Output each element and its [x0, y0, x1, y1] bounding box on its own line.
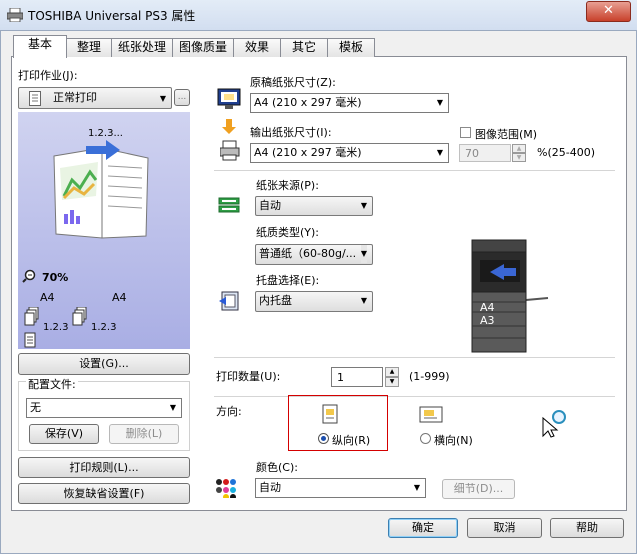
paper-size-b: A4 [112, 291, 127, 304]
printer-tray-2: A3 [480, 314, 495, 327]
tab-effect[interactable]: 效果 [233, 38, 281, 57]
chevron-down-icon: ▼ [413, 483, 420, 492]
output-tray-icon [219, 291, 239, 311]
separator [214, 396, 615, 397]
paper-tray-icon [218, 197, 240, 213]
cursor-magnifier-icon [542, 410, 566, 438]
output-size-label: 输出纸张尺寸(I): [250, 126, 332, 139]
tab-finishing[interactable]: 整理 [66, 38, 112, 57]
paper-source-value: 自动 [259, 199, 281, 212]
more-button[interactable]: ... [174, 89, 190, 106]
color-select[interactable]: 自动 ▼ [255, 478, 426, 498]
zoom-value: 70% [42, 271, 69, 284]
print-job-label: 打印作业(J): [18, 69, 78, 82]
chevron-down-icon: ▼ [360, 296, 367, 305]
chevron-down-icon: ▼ [360, 245, 367, 263]
color-dots-icon [216, 479, 241, 498]
paper-source-select[interactable]: 自动 ▼ [255, 196, 373, 216]
copies-input[interactable]: 1 [331, 367, 383, 387]
image-scale-label: 图像范围(M) [475, 128, 538, 141]
print-job-value: 正常打印 [53, 91, 97, 104]
portrait-page-icon [322, 404, 338, 424]
paper-size-a: A4 [40, 291, 55, 304]
color-value: 自动 [259, 481, 281, 494]
original-size-value: A4 (210 x 297 毫米) [254, 96, 362, 109]
stack-icon-b [72, 307, 87, 326]
booklet-preview [53, 140, 149, 239]
chevron-down-icon: ▼ [169, 403, 176, 412]
landscape-radio[interactable] [420, 433, 431, 444]
color-detail-button[interactable]: 细节(D)... [442, 479, 515, 499]
window-title: TOSHIBA Universal PS3 属性 [28, 9, 196, 23]
tab-image-quality[interactable]: 图像质量 [172, 38, 234, 57]
scale-down-icon[interactable]: ▼ [512, 153, 526, 162]
copies-down-icon[interactable]: ▼ [385, 377, 399, 387]
title-bar: TOSHIBA Universal PS3 属性 ✕ [0, 0, 637, 31]
tab-template[interactable]: 模板 [327, 38, 375, 57]
monitor-icon [217, 88, 241, 109]
profile-select[interactable]: 无 ▼ [26, 398, 182, 418]
paper-source-label: 纸张来源(P): [256, 179, 319, 192]
paper-type-value: 普通纸（60-80g/... [259, 247, 357, 260]
tray-value: 内托盘 [259, 294, 292, 307]
printer-tray-1: A4 [480, 301, 495, 314]
settings-button[interactable]: 设置(G)... [18, 353, 190, 375]
original-size-select[interactable]: A4 (210 x 297 毫米) ▼ [250, 93, 449, 113]
chevron-down-icon: ▼ [360, 201, 367, 210]
copies-order-b: 1.2.3 [91, 322, 117, 333]
zoom-icon [22, 269, 36, 283]
profile-label: 配置文件: [26, 376, 78, 392]
tab-paper-handling[interactable]: 纸张处理 [111, 38, 173, 57]
original-size-label: 原稿纸张尺寸(Z): [250, 76, 336, 89]
stack-icon [24, 307, 39, 348]
printer-icon [7, 8, 23, 22]
color-label: 颜色(C): [256, 461, 298, 474]
image-scale-checkbox[interactable] [460, 127, 471, 138]
separator [214, 357, 615, 358]
output-size-value: A4 (210 x 297 毫米) [254, 146, 362, 159]
copies-order-a: 1.2.3 [43, 322, 69, 333]
ok-button[interactable]: 确定 [388, 518, 458, 538]
orientation-label: 方向: [216, 405, 242, 418]
copies-label: 打印数量(U): [216, 370, 281, 383]
landscape-label: 横向(N) [434, 434, 473, 447]
restore-defaults-button[interactable]: 恢复缺省设置(F) [18, 483, 190, 504]
separator [214, 170, 615, 171]
portrait-label: 纵向(R) [332, 434, 371, 447]
portrait-radio[interactable] [318, 433, 329, 444]
chevron-down-icon: ▼ [436, 98, 443, 107]
print-job-select[interactable]: 正常打印 ▼ [18, 87, 172, 109]
close-button[interactable]: ✕ [586, 1, 631, 22]
image-scale-input[interactable]: 70 [459, 144, 511, 162]
help-button[interactable]: 帮助 [550, 518, 624, 538]
tab-others[interactable]: 其它 [280, 38, 328, 57]
output-printer-icon [220, 119, 240, 161]
tab-basic[interactable]: 基本 [13, 35, 67, 58]
document-icon [29, 91, 41, 106]
chevron-down-icon: ▼ [436, 148, 443, 157]
tray-label: 托盘选择(E): [256, 274, 320, 287]
cancel-button[interactable]: 取消 [467, 518, 542, 538]
landscape-page-icon [419, 406, 443, 423]
output-size-select[interactable]: A4 (210 x 297 毫米) ▼ [250, 143, 449, 163]
copies-range: (1-999) [409, 370, 450, 383]
paper-type-select[interactable]: 普通纸（60-80g/... ▼ [255, 244, 373, 265]
chevron-down-icon: ▼ [159, 94, 166, 103]
paper-type-label: 纸质类型(Y): [256, 226, 320, 239]
delete-button[interactable]: 删除(L) [109, 424, 179, 444]
copies-up-icon[interactable]: ▲ [385, 367, 399, 377]
scale-up-icon[interactable]: ▲ [512, 144, 526, 153]
save-button[interactable]: 保存(V) [29, 424, 99, 444]
profile-value: 无 [30, 401, 41, 414]
print-rules-button[interactable]: 打印规则(L)... [18, 457, 190, 478]
image-scale-range: %(25-400) [537, 146, 595, 159]
tray-select[interactable]: 内托盘 ▼ [255, 291, 373, 312]
printer-illustration [471, 239, 549, 353]
